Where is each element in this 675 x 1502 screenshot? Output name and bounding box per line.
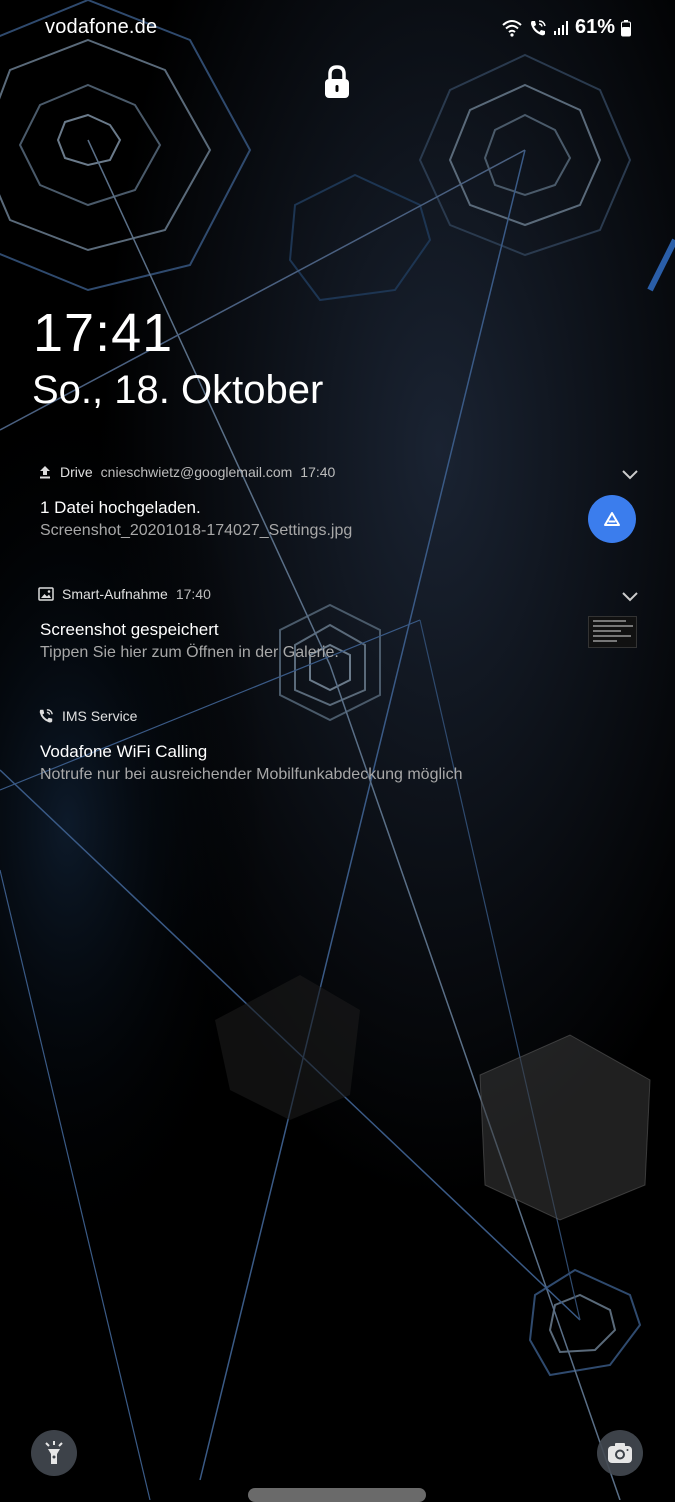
notification-text: Notrufe nur bei ausreichender Mobilfunka… [40, 766, 463, 783]
flashlight-icon [45, 1441, 63, 1464]
notification-header: Smart-Aufnahme 17:40 [38, 586, 211, 602]
wifi-calling-icon [39, 709, 53, 723]
screenshot-thumbnail[interactable] [588, 616, 637, 648]
camera-shortcut-button[interactable] [597, 1430, 643, 1476]
carrier-label: vodafone.de [45, 16, 158, 38]
battery-icon [621, 19, 631, 36]
notification-app-name: Smart-Aufnahme [62, 586, 168, 602]
notification-text: Screenshot_20201018-174027_Settings.jpg [40, 522, 353, 539]
notification-time: 17:40 [175, 586, 211, 602]
notification-header: Drive cnieschwietz@googlemail.com 17:40 [38, 464, 335, 480]
notification-title: Vodafone WiFi Calling [40, 742, 208, 761]
status-icons: 61% [501, 16, 631, 39]
notification-account: cnieschwietz@googlemail.com [100, 464, 293, 480]
notification-ims-service[interactable]: IMS Service Vodafone WiFi Calling Notruf… [0, 704, 675, 794]
lock-icon[interactable] [322, 64, 352, 100]
battery-percent: 61% [574, 16, 615, 38]
notification-text: Tippen Sie hier zum Öffnen in der Galeri… [40, 644, 339, 661]
notification-smart-capture[interactable]: Smart-Aufnahme 17:40 Screenshot gespeich… [0, 582, 675, 672]
lockscreen-clock: 17:41 [33, 303, 174, 363]
notification-app-name: Drive [60, 464, 93, 480]
camera-icon [608, 1443, 632, 1463]
notification-drive[interactable]: Drive cnieschwietz@googlemail.com 17:40 … [0, 460, 675, 560]
wifi-calling-icon [530, 19, 546, 35]
lockscreen-date: So., 18. Oktober [32, 368, 324, 412]
notification-title: Screenshot gespeichert [40, 620, 219, 639]
flashlight-shortcut-button[interactable] [31, 1430, 77, 1476]
drive-action-button[interactable] [588, 495, 636, 543]
signal-icon [553, 20, 568, 35]
wifi-icon [502, 19, 522, 37]
notification-title: 1 Datei hochgeladen. [40, 498, 201, 517]
upload-icon [40, 466, 50, 479]
notification-time: 17:40 [300, 464, 336, 480]
notification-header: IMS Service [38, 708, 137, 724]
chevron-down-icon[interactable] [621, 590, 639, 602]
drive-icon [604, 512, 620, 526]
image-icon [38, 587, 54, 601]
chevron-down-icon[interactable] [621, 468, 639, 480]
status-bar: vodafone.de 61% [0, 14, 675, 44]
notification-app-name: IMS Service [62, 708, 138, 724]
